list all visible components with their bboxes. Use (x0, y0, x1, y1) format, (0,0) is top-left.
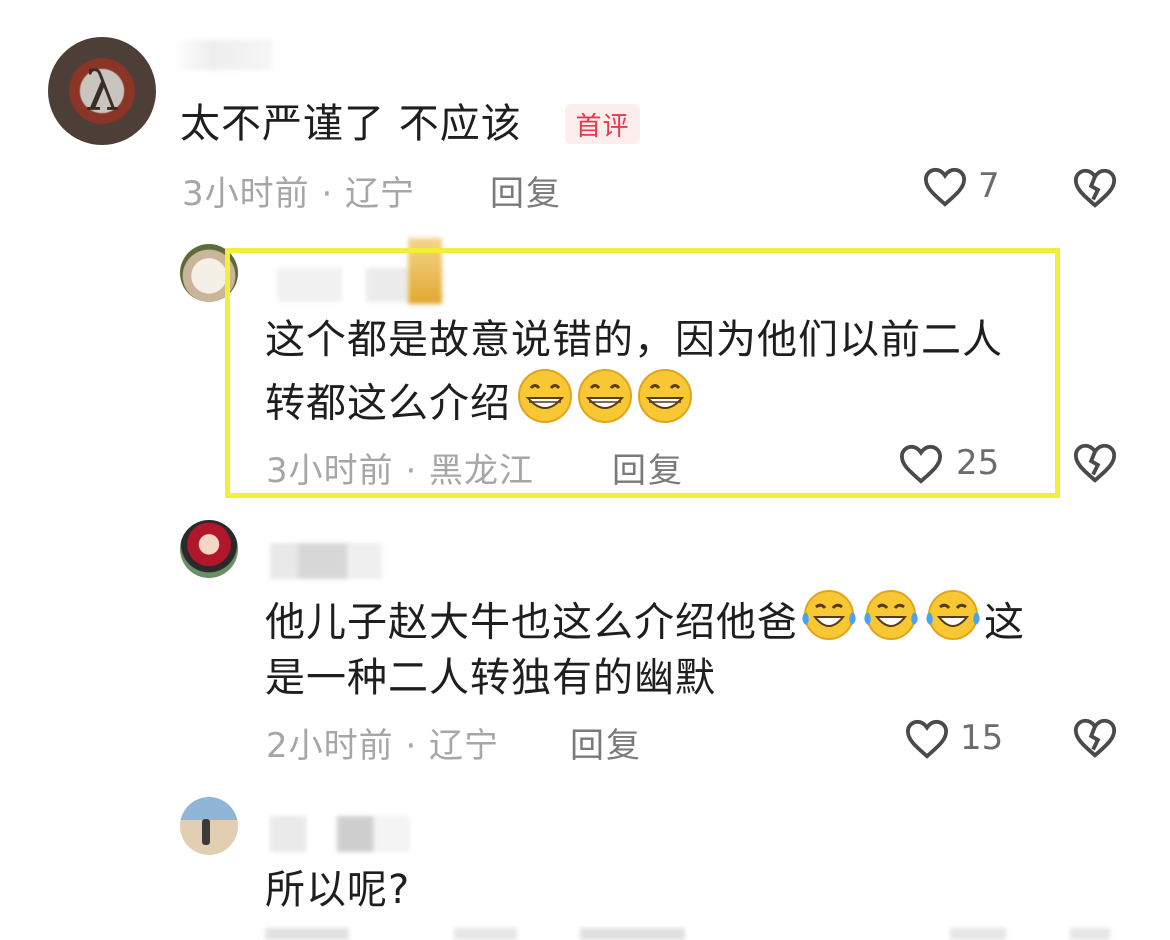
like-count: 15 (960, 718, 1004, 758)
broken-heart-icon[interactable] (1072, 441, 1118, 485)
first-comment-badge: 首评 (565, 104, 640, 144)
avatar[interactable] (180, 797, 238, 855)
laugh-cry-emoji (798, 585, 860, 664)
comment-text-line1: 这个都是故意说错的，因为他们以前二人 (265, 317, 1003, 363)
comment-text: 这 (984, 599, 1025, 646)
comment-text: 转都这么介绍 (265, 380, 511, 427)
comment-meta: 3小时前 · 辽宁 (182, 174, 416, 214)
heart-outline-icon[interactable] (904, 718, 950, 760)
comment-text: 太不严谨了 不应该 (180, 101, 522, 147)
like-count: 7 (978, 166, 1000, 206)
reply-button[interactable]: 回复 (490, 166, 562, 215)
reply-button[interactable]: 回复 (570, 718, 642, 767)
comment-text-line2: 转都这么介绍 (265, 366, 695, 445)
username-redacted (270, 543, 410, 579)
laugh-cry-emoji (860, 585, 922, 664)
grin-emoji (635, 366, 695, 445)
comment-text: 他儿子赵大牛也这么介绍他爸 (265, 599, 798, 646)
broken-heart-icon[interactable] (1072, 166, 1118, 210)
username-redacted (172, 40, 272, 70)
laugh-cry-emoji (922, 585, 984, 664)
username-redacted (270, 816, 410, 852)
broken-heart-icon[interactable] (1072, 716, 1118, 760)
avatar[interactable] (180, 520, 238, 578)
avatar[interactable]: λ (48, 37, 156, 145)
cutoff-meta-row (265, 928, 685, 940)
grin-emoji (515, 366, 575, 445)
reply-button[interactable]: 回复 (612, 443, 684, 492)
comment-text-line2: 是一种二人转独有的幽默 (265, 655, 716, 701)
comment-text: 所以呢? (265, 867, 411, 913)
heart-outline-icon[interactable] (922, 166, 968, 208)
cutoff-icons (950, 928, 1110, 940)
grin-emoji (575, 366, 635, 445)
comment-meta: 2小时前 · 辽宁 (266, 726, 500, 766)
comment-meta: 3小时前 · 黑龙江 (266, 451, 535, 491)
heart-outline-icon[interactable] (898, 443, 944, 485)
like-count: 25 (956, 443, 1000, 483)
